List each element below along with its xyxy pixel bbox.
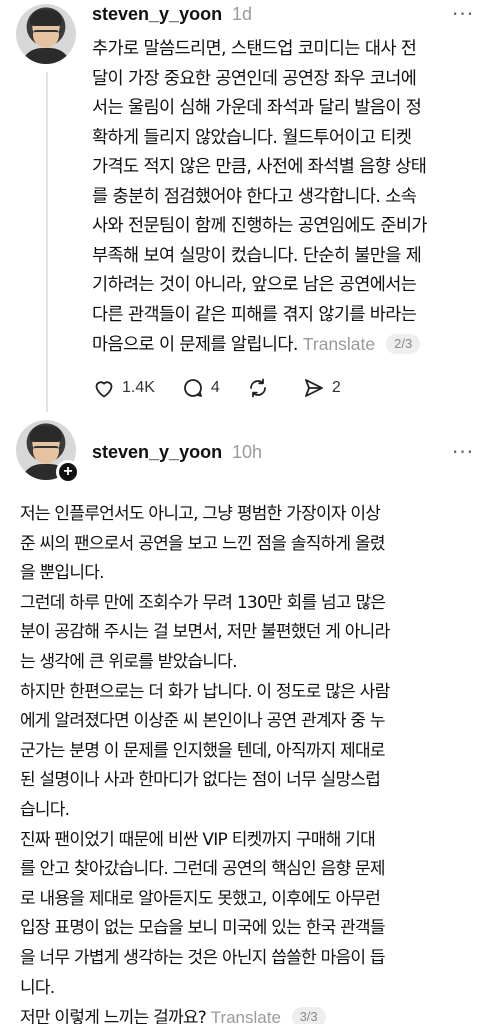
body-line: 을 뿐입니다. [20, 563, 105, 584]
post-time: 1d [232, 4, 253, 24]
body-line: 군가는 분명 이 문제를 인지했을 텐데, 아직까지 제대로 [20, 740, 386, 761]
body-line: 를 충분히 점검했어야 한다고 생각합니다. 소속 [92, 186, 417, 207]
body-line: 추가로 말씀드리면, 스탠드업 코미디는 대사 전 [92, 39, 417, 59]
body-line-last: 마음으로 이 문제를 알립니다. Translate 2/3 [92, 330, 492, 361]
like-count: 1.4K [122, 379, 155, 396]
page-badge: 3/3 [291, 1007, 326, 1024]
body-line: 를 안고 찾아갔습니다. 그런데 공연의 핵심인 음향 문제 [20, 859, 386, 880]
comment-count: 4 [210, 379, 220, 396]
body-line: 가격도 적지 않은 만큼, 사전에 좌석별 음향 상태 [92, 157, 427, 177]
body-line: 에게 알려졌다면 이상준 씨 본인이나 공연 관계자 중 누 [20, 711, 386, 732]
body-line: 부족해 보여 실망이 컸습니다. 단순히 불만을 제 [92, 245, 422, 266]
send-icon [304, 379, 323, 397]
threads-page: steven_y_yoon 1d ··· 추가로 말씀드리면, 스탠드업 코미디… [0, 0, 497, 1024]
heart-icon [95, 381, 113, 398]
body-line: 다른 관객들이 같은 피해를 겪지 않기를 바라는 [92, 304, 417, 325]
post-actions: 1.4K 4 2 [92, 376, 367, 400]
body-line: 분이 공감해 주시는 걸 보면서, 저만 불편했던 게 아니라 [20, 622, 390, 643]
body-line: 니다. [20, 977, 55, 998]
body-line: 서는 울림이 심해 가운데 좌석과 달리 발음이 정 [92, 98, 422, 118]
repost-button[interactable] [246, 376, 276, 400]
post-body: 저는 인플루언서도 아니고, 그냥 평범한 가장이자 이상 준 씨의 팬으로서 … [20, 500, 492, 1024]
translate-link[interactable]: Translate [303, 334, 375, 354]
like-button[interactable]: 1.4K [92, 376, 155, 400]
body-line: 진짜 팬이었기 때문에 비싼 VIP 티켓까지 구매해 기대 [20, 829, 376, 850]
body-line: 는 생각에 큰 위로를 받았습니다. [20, 651, 238, 672]
body-line: 을 너무 가볍게 생각하는 것은 아닌지 씁쓸한 마음이 듭 [20, 947, 386, 968]
username[interactable]: steven_y_yoon [92, 4, 222, 25]
page-badge: 2/3 [386, 334, 421, 354]
thread-line [46, 72, 48, 412]
comment-icon [184, 379, 202, 397]
more-options-icon[interactable]: ··· [452, 440, 474, 464]
post-time: 10h [232, 442, 263, 462]
body-line: 습니다. [20, 799, 70, 820]
body-line-last: 저만 이렇게 느끼는 걸까요? Translate 3/3 [20, 1003, 492, 1024]
body-line: 그런데 하루 만에 조회수가 무려 130만 회를 넘고 많은 [20, 592, 386, 613]
body-line: 기하려는 것이 아니라, 앞으로 남은 공연에서는 [92, 275, 417, 295]
body-line: 입장 표명이 없는 모습을 보니 미국에 있는 한국 관객들 [20, 918, 386, 939]
body-line: 마음으로 이 문제를 알립니다. [92, 335, 298, 355]
body-line: 된 설명이나 사과 한마디가 없다는 점이 너무 실망스럽 [20, 770, 381, 791]
share-button[interactable]: 2 [302, 376, 341, 400]
more-options-icon[interactable]: ··· [452, 2, 474, 26]
body-line: 준 씨의 팬으로서 공연을 보고 느낀 점을 솔직하게 올렸 [20, 533, 386, 554]
post-body: 추가로 말씀드리면, 스탠드업 코미디는 대사 전 달이 가장 중요한 공연인데… [92, 35, 492, 361]
body-line: 저만 이렇게 느끼는 걸까요? [20, 1008, 207, 1024]
body-line: 확하게 들리지 않았습니다. 월드투어이고 티켓 [92, 127, 412, 148]
body-line: 사와 전문팀이 함께 진행하는 공연임에도 준비가 [92, 216, 427, 236]
comment-button[interactable]: 4 [181, 376, 220, 400]
body-line: 하지만 한편으로는 더 화가 납니다. 이 정도로 많은 사람 [20, 681, 390, 702]
avatar[interactable] [16, 4, 76, 64]
body-line: 달이 가장 중요한 공연인데 공연장 좌우 코너에 [92, 68, 417, 89]
body-line: 저는 인플루언서도 아니고, 그냥 평범한 가장이자 이상 [20, 504, 381, 524]
body-line: 로 내용을 제대로 알아듣지도 못했고, 이후에도 아무런 [20, 888, 381, 909]
share-count: 2 [331, 379, 341, 396]
repost-icon [249, 378, 266, 398]
username[interactable]: steven_y_yoon [92, 442, 222, 463]
follow-plus-icon[interactable]: + [56, 460, 80, 484]
translate-link[interactable]: Translate [211, 1008, 281, 1024]
